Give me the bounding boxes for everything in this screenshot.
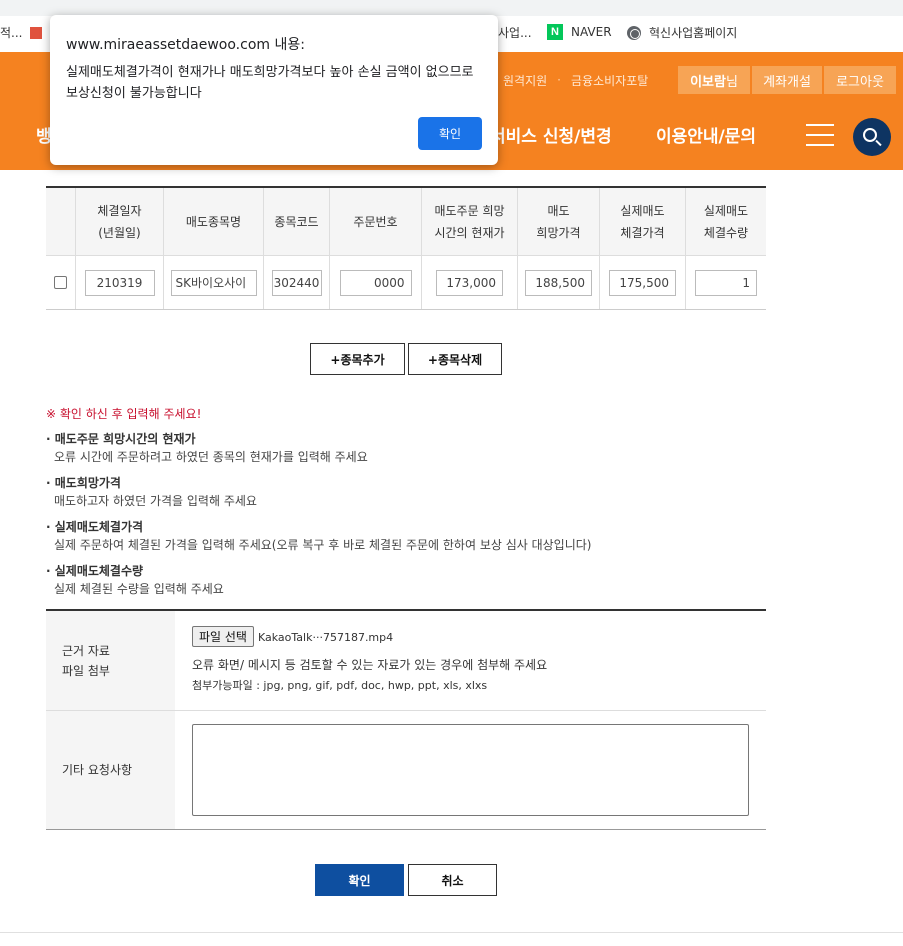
globe-icon <box>627 25 641 40</box>
confirm-button[interactable]: 확인 <box>315 864 404 896</box>
bookmark-item-mid[interactable]: 사업... <box>498 24 532 41</box>
alert-dialog: www.miraeassetdaewoo.com 내용: 실제매도체결가격이 현… <box>50 15 498 165</box>
add-item-button[interactable]: +종목추가 <box>310 343 405 375</box>
file-attach-label: 근거 자료파일 첨부 <box>46 611 175 710</box>
bookmark-naver[interactable]: N NAVER <box>547 24 612 40</box>
bookmark-label: NAVER <box>571 25 612 39</box>
dialog-ok-button[interactable]: 확인 <box>418 117 482 150</box>
date-input[interactable]: 210319 <box>84 269 155 296</box>
note-title: · 매도주문 희망시간의 현재가 <box>46 432 196 446</box>
bookmark-label: 혁신사업홈페이지 <box>649 26 738 40</box>
user-suffix: 님 <box>725 74 738 90</box>
note-desc: 실제 주문하여 체결된 가격을 입력해 주세요(오류 복구 후 바로 체결된 주… <box>54 538 592 552</box>
table-header-cell <box>46 188 76 255</box>
file-types-text: 첨부가능파일 : jpg, png, gif, pdf, doc, hwp, p… <box>192 679 488 692</box>
row-checkbox-cell <box>46 256 76 309</box>
table-header-order-no: 주문번호 <box>330 188 422 255</box>
file-attach-row: 근거 자료파일 첨부 파일 선택 KakaoTalk···757187.mp4 오… <box>46 611 766 711</box>
dialog-title: www.miraeassetdaewoo.com 내용: <box>66 37 305 53</box>
gnb-item-guide[interactable]: 이용안내/문의 <box>656 122 756 147</box>
note-desc: 오류 시간에 주문하려고 하였던 종목의 현재가를 입력해 주세요 <box>54 450 368 464</box>
file-label-line1: 근거 자료 <box>62 643 110 658</box>
search-button[interactable] <box>853 118 891 156</box>
gnb-item-service[interactable]: 서비스 신청/변경 <box>490 122 612 147</box>
bookmark-favicon-icon <box>30 26 43 39</box>
user-name: 이보람 <box>690 74 726 90</box>
menu-icon[interactable] <box>806 124 834 146</box>
table-header-wish-price: 매도 희망가격 <box>518 188 600 255</box>
delete-item-button[interactable]: +종목삭제 <box>408 343 502 375</box>
bookmark-label: 적... <box>0 26 23 40</box>
stock-code-input[interactable]: 302440 <box>271 269 322 296</box>
exec-price-input[interactable]: 175,500 <box>609 269 676 296</box>
util-link-consumer-portal[interactable]: 금융소비자포탈 <box>571 72 648 89</box>
etc-request-textarea[interactable] <box>192 724 749 816</box>
file-help-text: 오류 화면/ 메시지 등 검토할 수 있는 자료가 있는 경우에 첨부해 주세요 <box>192 658 548 672</box>
input-notes: ※ 확인 하신 후 입력해 주세요! · 매도주문 희망시간의 현재가 오류 시… <box>46 405 766 598</box>
stock-name-input[interactable]: SK바이오사이 <box>170 269 257 296</box>
search-icon <box>863 128 877 142</box>
file-select-button[interactable]: 파일 선택 <box>192 626 254 647</box>
order-no-input[interactable]: 0000 <box>339 269 412 296</box>
bookmark-label: 사업... <box>498 26 532 40</box>
cancel-button[interactable]: 취소 <box>408 864 497 896</box>
attachment-form: 근거 자료파일 첨부 파일 선택 KakaoTalk···757187.mp4 오… <box>46 609 766 830</box>
table-row: 210319 SK바이오사이 302440 0000 173,000 188,5… <box>46 256 766 310</box>
current-price-input[interactable]: 173,000 <box>436 269 503 296</box>
file-name: KakaoTalk···757187.mp4 <box>257 631 394 644</box>
notes-warning: ※ 확인 하신 후 입력해 주세요! <box>46 407 202 421</box>
bookmark-item-left[interactable]: 적... <box>0 24 43 41</box>
etc-request-label: 기타 요청사항 <box>46 711 175 829</box>
wish-price-input[interactable]: 188,500 <box>525 269 592 296</box>
note-desc: 실제 체결된 수량을 입력해 주세요 <box>54 582 224 596</box>
open-account-button[interactable]: 계좌개설 <box>752 66 822 94</box>
note-title: · 실제매도체결가격 <box>46 520 144 534</box>
table-header-current-price: 매도주문 희망 시간의 현재가 <box>422 188 518 255</box>
table-header-exec-qty: 실제매도 체결수량 <box>703 203 749 240</box>
table-header-date: 체결일자 (년월일) <box>76 188 164 255</box>
util-links: 원격지원 · 금융소비자포탈 <box>503 67 648 93</box>
file-label-line2: 파일 첨부 <box>62 663 110 678</box>
dialog-message: 실제매도체결가격이 현재가나 매도희망가격보다 높아 손실 금액이 없으므로 보… <box>66 65 474 101</box>
table-header-exec-price: 실제매도 체결가격 <box>600 188 686 255</box>
note-desc: 매도하고자 하였던 가격을 입력해 주세요 <box>54 494 257 508</box>
etc-request-row: 기타 요청사항 <box>46 711 766 830</box>
exec-qty-input[interactable]: 1 <box>695 269 757 296</box>
naver-icon: N <box>547 24 563 40</box>
table-header: 체결일자 (년월일) 매도종목명 종목코드 주문번호 매도주문 희망 시간의 현… <box>46 188 766 256</box>
util-link-remote[interactable]: 원격지원 <box>503 72 547 89</box>
table-header-stock-code: 종목코드 <box>264 188 330 255</box>
logout-button[interactable]: 로그아웃 <box>824 66 896 94</box>
bookmark-innovation[interactable]: 혁신사업홈페이지 <box>627 24 737 41</box>
user-name-button[interactable]: 이보람 님 <box>678 66 750 94</box>
note-title: · 매도희망가격 <box>46 476 121 490</box>
browser-top-strip <box>0 0 903 16</box>
note-title: · 실제매도체결수량 <box>46 564 144 578</box>
util-separator: · <box>557 73 561 87</box>
row-checkbox[interactable] <box>54 276 67 289</box>
table-header-stock-name: 매도종목명 <box>164 188 264 255</box>
footer-divider <box>0 932 903 933</box>
order-table: 체결일자 (년월일) 매도종목명 종목코드 주문번호 매도주문 희망 시간의 현… <box>46 186 766 310</box>
